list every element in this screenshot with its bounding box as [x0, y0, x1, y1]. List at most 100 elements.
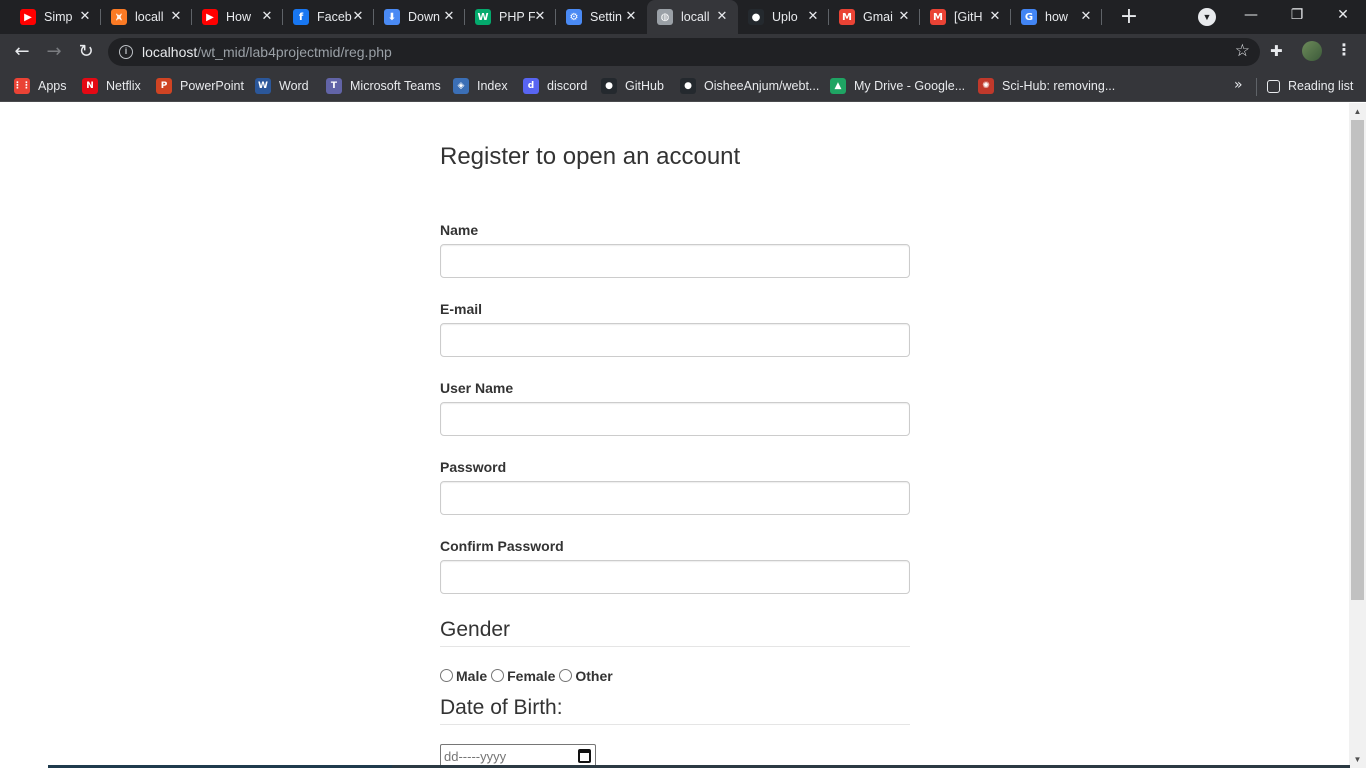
tab-title: [GitH — [954, 10, 983, 24]
browser-tab[interactable]: M Gmai ✕ — [829, 0, 920, 34]
url-text: localhost/wt_mid/lab4projectmid/reg.php — [142, 44, 392, 60]
netflix-icon: N — [82, 78, 98, 94]
reload-icon[interactable]: ↻ — [72, 38, 100, 66]
bookmark-item[interactable]: T Microsoft Teams — [326, 76, 441, 96]
discord-icon: d — [523, 78, 539, 94]
bookmark-label: discord — [547, 79, 588, 93]
browser-tab[interactable]: ⚙ Settin ✕ — [556, 0, 647, 34]
shield-icon: ◈ — [453, 78, 469, 94]
bookmark-label: PowerPoint — [180, 79, 244, 93]
tab-title: Simp — [44, 10, 73, 24]
github-icon: ● — [680, 78, 696, 94]
bookmark-item[interactable]: ● GitHub — [601, 76, 664, 96]
tab-search-icon[interactable]: ▼ — [1198, 8, 1216, 26]
scroll-up-arrow-icon[interactable]: ▲ — [1349, 103, 1366, 120]
tab-title: Gmai — [863, 10, 893, 24]
close-tab-icon[interactable]: ✕ — [714, 9, 730, 25]
bookmark-star-icon[interactable]: ☆ — [1235, 41, 1250, 61]
tab-separator — [1101, 9, 1102, 25]
browser-tab[interactable]: ▶ Simp ✕ — [10, 0, 101, 34]
tab-title: locall — [681, 10, 710, 24]
close-tab-icon[interactable]: ✕ — [987, 9, 1003, 25]
minimize-button[interactable]: — — [1228, 0, 1274, 32]
scroll-down-arrow-icon[interactable]: ▼ — [1349, 751, 1366, 768]
browser-tab[interactable]: Ghow ✕ — [1011, 0, 1102, 34]
settings-gear-icon: ⚙ — [566, 9, 582, 25]
close-tab-icon[interactable]: ✕ — [168, 9, 184, 25]
bookmark-item[interactable]: W Word — [255, 76, 309, 96]
new-tab-button[interactable]: + — [1116, 4, 1142, 30]
page-viewport: Register to open an account Name E-mail … — [0, 103, 1349, 768]
gender-female-radio[interactable] — [491, 668, 505, 682]
globe-icon: ◍ — [657, 9, 673, 25]
close-tab-icon[interactable]: ✕ — [532, 9, 548, 25]
email-input[interactable] — [440, 323, 910, 357]
back-arrow-icon[interactable]: ← — [8, 38, 36, 66]
browser-tab[interactable]: ▶ How ✕ — [192, 0, 283, 34]
tab-title: How — [226, 10, 252, 24]
gender-male-radio[interactable] — [440, 668, 453, 682]
password-input[interactable] — [440, 481, 910, 515]
gmail-icon: M — [930, 9, 946, 25]
facebook-icon: f — [293, 9, 309, 25]
scrollbar-thumb[interactable] — [1351, 120, 1364, 600]
bookmark-item[interactable]: ⋮⋮ Apps — [13, 76, 67, 96]
browser-tab[interactable]: ● Uplo ✕ — [738, 0, 829, 34]
google-icon: G — [1021, 9, 1037, 25]
dob-placeholder: dd-----yyyy — [444, 749, 507, 764]
site-info-icon[interactable]: i — [119, 45, 133, 59]
browser-tab[interactable]: ⬇ Down ✕ — [374, 0, 465, 34]
bookmark-item[interactable]: N Netflix — [82, 76, 141, 96]
name-input[interactable] — [440, 244, 910, 278]
bookmark-label: Microsoft Teams — [350, 79, 441, 93]
bookmark-item[interactable]: d discord — [523, 76, 587, 96]
github-icon: ● — [748, 9, 764, 25]
page-title: Register to open an account — [440, 143, 741, 170]
page-scrollbar[interactable]: ▲ ▼ — [1349, 103, 1366, 768]
address-bar[interactable]: i localhost/wt_mid/lab4projectmid/reg.ph… — [108, 38, 1260, 66]
close-tab-icon[interactable]: ✕ — [623, 9, 639, 25]
download-icon: ⬇ — [384, 9, 400, 25]
browser-tab[interactable]: ◍ locall ✕ — [647, 0, 738, 34]
gender-options: Male Female Other — [440, 668, 617, 684]
reading-list-label: Reading list — [1288, 79, 1354, 93]
extensions-puzzle-icon[interactable]: ✚ — [1270, 42, 1283, 60]
close-tab-icon[interactable]: ✕ — [805, 9, 821, 25]
reading-list-icon — [1267, 79, 1280, 93]
close-window-button[interactable]: ✕ — [1320, 0, 1366, 32]
more-bookmarks-chevron-icon[interactable]: » — [1234, 77, 1243, 93]
username-input[interactable] — [440, 402, 910, 436]
close-tab-icon[interactable]: ✕ — [896, 9, 912, 25]
google-drive-icon: ▲ — [830, 78, 846, 94]
bookmark-item[interactable]: ◈ Index — [453, 76, 508, 96]
close-tab-icon[interactable]: ✕ — [77, 9, 93, 25]
browser-tab[interactable]: f Faceb ✕ — [283, 0, 374, 34]
bookmark-item[interactable]: P PowerPoint — [156, 76, 244, 96]
forward-arrow-icon[interactable]: → — [40, 38, 68, 66]
gender-other-label: Other — [575, 668, 613, 684]
browser-tab[interactable]: ⩙ locall ✕ — [101, 0, 192, 34]
reading-list-button[interactable]: Reading list — [1267, 76, 1353, 96]
close-tab-icon[interactable]: ✕ — [259, 9, 275, 25]
calendar-icon[interactable] — [578, 749, 591, 763]
bookmark-item[interactable]: ● OisheeAnjum/webt... — [680, 76, 819, 96]
youtube-icon: ▶ — [202, 9, 218, 25]
close-tab-icon[interactable]: ✕ — [1078, 9, 1094, 25]
bookmark-label: OisheeAnjum/webt... — [704, 79, 820, 93]
browser-menu-icon[interactable]: ⋮ — [1336, 40, 1352, 59]
bookmark-item[interactable]: ▲ My Drive - Google... — [830, 76, 965, 96]
close-tab-icon[interactable]: ✕ — [441, 9, 457, 25]
browser-tab[interactable]: M [GitH ✕ — [920, 0, 1011, 34]
bookmarks-divider — [1256, 78, 1257, 96]
confirm-password-input[interactable] — [440, 560, 910, 594]
restore-button[interactable]: ❐ — [1274, 0, 1320, 32]
tab-title: how — [1045, 10, 1068, 24]
close-tab-icon[interactable]: ✕ — [350, 9, 366, 25]
bookmark-label: Sci-Hub: removing... — [1002, 79, 1116, 93]
browser-toolbar: ← → ↻ i localhost/wt_mid/lab4projectmid/… — [0, 34, 1366, 70]
gender-other-radio[interactable] — [559, 668, 573, 682]
bookmark-label: Apps — [38, 79, 67, 93]
bookmark-item[interactable]: ✺ Sci-Hub: removing... — [978, 76, 1115, 96]
profile-avatar[interactable] — [1302, 41, 1322, 61]
browser-tab[interactable]: W PHP F ✕ — [465, 0, 556, 34]
